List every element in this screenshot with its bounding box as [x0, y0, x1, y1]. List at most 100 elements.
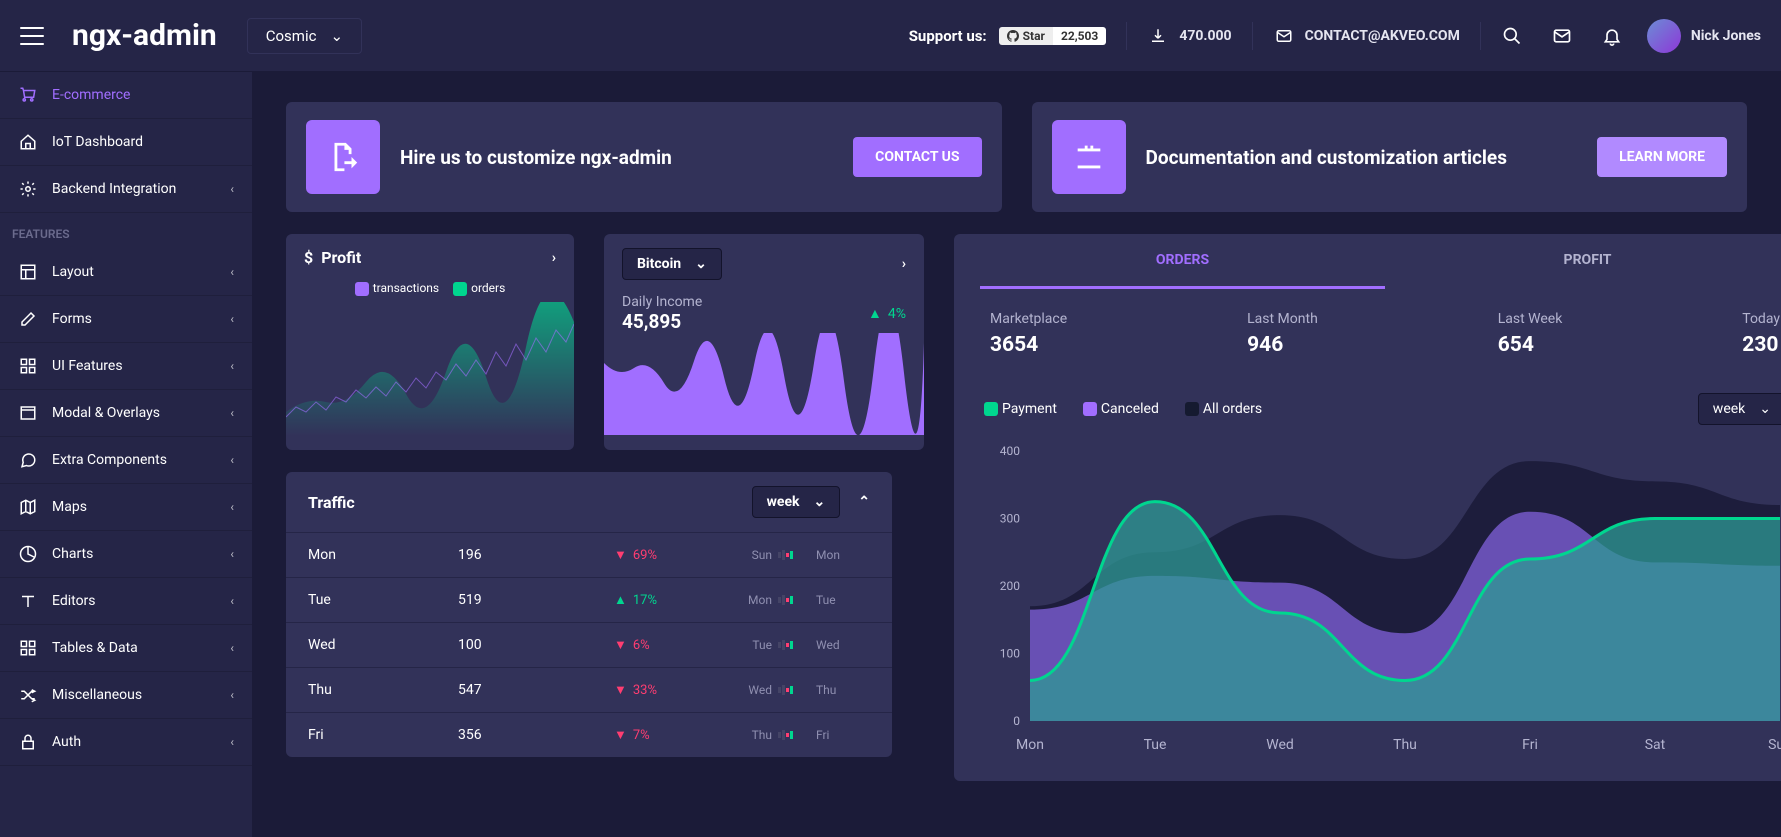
sidebar-item-maps[interactable]: Maps‹	[0, 484, 252, 531]
traffic-day: Tue	[308, 592, 458, 608]
crypto-select[interactable]: Bitcoin ⌄	[622, 248, 722, 280]
menu-toggle-icon[interactable]	[20, 27, 44, 45]
traffic-row: Tue519▲17%MonTue	[286, 577, 892, 622]
sidebar-item-extra-components[interactable]: Extra Components ‹	[0, 437, 252, 484]
sidebar-item-iot-dashboard[interactable]: IoT Dashboard	[0, 119, 252, 166]
app-logo[interactable]: ngx-admin	[72, 18, 217, 53]
profit-chart	[286, 302, 574, 436]
tab-orders[interactable]: ORDERS	[980, 234, 1385, 289]
traffic-cur-day: Wed	[816, 638, 862, 652]
metric-value: 230	[1742, 333, 1780, 357]
bitcoin-chart	[604, 333, 924, 435]
browser-icon	[18, 404, 38, 422]
msg-icon	[18, 451, 38, 469]
svg-text:200: 200	[1000, 579, 1020, 593]
chevron-down-icon: ⌄	[814, 494, 826, 510]
traffic-day: Mon	[308, 547, 458, 563]
sidebar-item-layout[interactable]: Layout‹	[0, 249, 252, 296]
mail-icon[interactable]	[1551, 25, 1573, 47]
table-icon	[18, 639, 38, 657]
contact-email[interactable]: CONTACT@AKVEO.COM	[1273, 25, 1460, 47]
traffic-pct: ▲17%	[614, 592, 712, 608]
metric-label: Last Week	[1498, 311, 1563, 327]
chevron-down-icon: ⌄	[1759, 401, 1771, 417]
svg-text:Thu: Thu	[1393, 737, 1417, 753]
orders-chart: 0100200300400MonTueWedThuFriSatSun	[980, 441, 1781, 761]
theme-select[interactable]: Cosmic ⌄	[247, 18, 362, 54]
lock-icon	[18, 733, 38, 751]
orders-card: ORDERS PROFIT Marketplace3654Last Month9…	[954, 234, 1781, 781]
sidebar-item-label: Maps	[52, 499, 87, 515]
bitcoin-card: Bitcoin ⌄ › Daily Income 45,895 ▲	[604, 234, 924, 450]
chevron-left-icon: ‹	[230, 688, 234, 702]
sidebar-item-editors[interactable]: Editors‹	[0, 578, 252, 625]
sidebar-item-label: Backend Integration	[52, 181, 176, 197]
user-name: Nick Jones	[1691, 28, 1761, 44]
legend-orders: orders	[471, 281, 505, 295]
chevron-left-icon: ‹	[230, 406, 234, 420]
traffic-value: 547	[458, 682, 614, 698]
theme-label: Cosmic	[266, 27, 317, 45]
chevron-left-icon: ‹	[230, 453, 234, 467]
crypto-label: Bitcoin	[637, 256, 681, 272]
chevron-left-icon: ‹	[230, 735, 234, 749]
svg-text:Fri: Fri	[1522, 737, 1538, 753]
profit-card: $ Profit › transactions orders	[286, 234, 574, 450]
traffic-prev-day: Thu	[712, 728, 772, 742]
user-menu[interactable]: Nick Jones	[1647, 19, 1761, 53]
chevron-up-icon[interactable]: ⌃	[858, 494, 870, 510]
traffic-sparkline	[778, 593, 810, 607]
sidebar-item-tables-data[interactable]: Tables & Data‹	[0, 625, 252, 672]
traffic-title: Traffic	[308, 493, 355, 512]
contact-us-button[interactable]: CONTACT US	[853, 137, 981, 177]
legend-canceled: Canceled	[1101, 401, 1159, 417]
sidebar-item-label: E-commerce	[52, 87, 130, 103]
downloads[interactable]: 470.000	[1147, 25, 1231, 47]
svg-text:300: 300	[1000, 512, 1020, 526]
chevron-right-icon[interactable]: ›	[902, 256, 906, 272]
chevron-right-icon[interactable]: ›	[552, 250, 556, 266]
triangle-up-icon: ▲	[868, 305, 882, 322]
sidebar-item-e-commerce[interactable]: E-commerce	[0, 72, 252, 119]
sidebar-item-charts[interactable]: Charts‹	[0, 531, 252, 578]
traffic-cur-day: Fri	[816, 728, 862, 742]
traffic-sparkline	[778, 728, 810, 742]
metric-value: 946	[1247, 333, 1318, 357]
metric-value: 654	[1498, 333, 1563, 357]
sidebar-item-backend-integration[interactable]: Backend Integration‹	[0, 166, 252, 213]
sidebar-item-label: Extra Components	[52, 452, 167, 468]
metric: Last Month 946	[1247, 311, 1318, 357]
metric: Last Week 654	[1498, 311, 1563, 357]
svg-text:0: 0	[1013, 714, 1020, 728]
chevron-left-icon: ‹	[230, 312, 234, 326]
legend-transactions: transactions	[373, 281, 439, 295]
sidebar-item-modal-overlays[interactable]: Modal & Overlays‹	[0, 390, 252, 437]
metric-label: Last Month	[1247, 311, 1318, 327]
sidebar-item-auth[interactable]: Auth‹	[0, 719, 252, 766]
search-icon[interactable]	[1501, 25, 1523, 47]
sidebar-item-miscellaneous[interactable]: Miscellaneous‹	[0, 672, 252, 719]
learn-more-button[interactable]: LEARN MORE	[1597, 137, 1727, 177]
tab-profit[interactable]: PROFIT	[1385, 234, 1781, 289]
traffic-period-label: week	[767, 494, 800, 510]
traffic-sparkline	[778, 638, 810, 652]
svg-text:100: 100	[1000, 647, 1020, 661]
main-content: Hire us to customize ngx-admin CONTACT U…	[252, 72, 1781, 837]
briefcase-icon	[1052, 120, 1126, 194]
gear-icon	[18, 180, 38, 198]
traffic-value: 356	[458, 727, 614, 743]
traffic-cur-day: Mon	[816, 548, 862, 562]
sidebar-item-ui-features[interactable]: UI Features‹	[0, 343, 252, 390]
chevron-left-icon: ‹	[230, 547, 234, 561]
traffic-value: 196	[458, 547, 614, 563]
bell-icon[interactable]	[1601, 25, 1623, 47]
traffic-row: Wed100▼6%TueWed	[286, 622, 892, 667]
traffic-pct: ▼33%	[614, 682, 712, 698]
pie-icon	[18, 545, 38, 563]
orders-period-select[interactable]: week ⌄	[1698, 393, 1781, 425]
svg-text:Wed: Wed	[1266, 737, 1294, 753]
github-badge[interactable]: Star 22,503	[999, 27, 1107, 45]
sidebar-item-forms[interactable]: Forms‹	[0, 296, 252, 343]
grid-icon	[18, 357, 38, 375]
traffic-period-select[interactable]: week ⌄	[752, 486, 841, 518]
